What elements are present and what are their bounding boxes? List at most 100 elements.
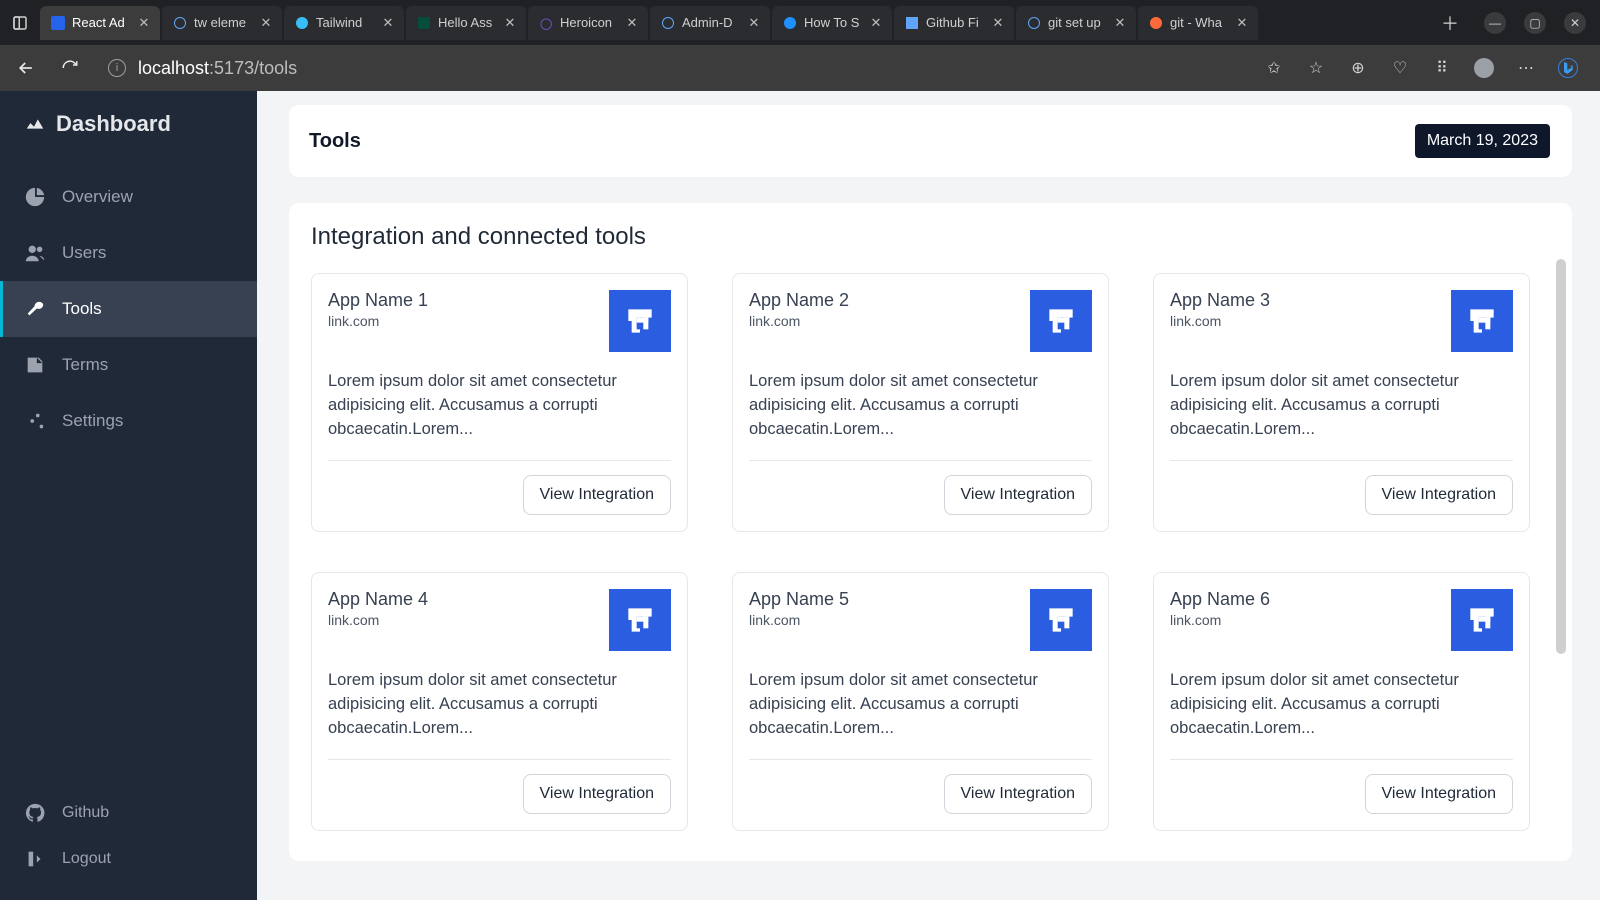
sidebar-item-github[interactable]: Github (0, 790, 257, 836)
tab-favicon-icon (904, 15, 920, 31)
app-logo-icon (1030, 290, 1092, 352)
sidebar-item-label: Github (62, 804, 109, 822)
card-description: Lorem ipsum dolor sit amet consectetur a… (328, 370, 671, 442)
tab-close-icon[interactable]: ✕ (624, 15, 640, 31)
sidebar-nav: Overview Users Tools Terms Settings (0, 169, 257, 449)
window-minimize-icon[interactable]: — (1484, 12, 1506, 34)
card-description: Lorem ipsum dolor sit amet consectetur a… (1170, 669, 1513, 741)
card-description: Lorem ipsum dolor sit amet consectetur a… (749, 669, 1092, 741)
site-info-icon[interactable]: i (108, 59, 126, 77)
card-title: App Name 6 (1170, 589, 1270, 610)
card-link[interactable]: link.com (328, 612, 428, 628)
tab-label: Github Fi (926, 15, 986, 30)
brand-label: Dashboard (56, 111, 171, 137)
window-maximize-icon[interactable]: ▢ (1524, 12, 1546, 34)
tab-close-icon[interactable]: ✕ (746, 15, 762, 31)
refresh-button[interactable] (54, 52, 86, 84)
favorites-icon[interactable]: ☆ (1306, 58, 1326, 78)
integration-card: App Name 6 link.com Lorem ipsum dolor si… (1153, 572, 1530, 831)
view-integration-button[interactable]: View Integration (523, 475, 671, 515)
panel-scrollbar[interactable] (1556, 259, 1566, 841)
browser-tab[interactable]: tw eleme ✕ (162, 6, 282, 40)
tab-label: Tailwind (316, 15, 376, 30)
sidebar-item-logout[interactable]: Logout (0, 836, 257, 882)
view-integration-button[interactable]: View Integration (523, 774, 671, 814)
tab-favicon-icon (1148, 15, 1164, 31)
tab-label: How To S (804, 15, 864, 30)
integration-card: App Name 5 link.com Lorem ipsum dolor si… (732, 572, 1109, 831)
browser-tab[interactable]: Hello Ass ✕ (406, 6, 526, 40)
tab-close-icon[interactable]: ✕ (136, 15, 152, 31)
profile-avatar[interactable] (1474, 58, 1494, 78)
performance-icon[interactable]: ♡ (1390, 58, 1410, 78)
browser-tab[interactable]: How To S ✕ (772, 6, 892, 40)
card-link[interactable]: link.com (749, 612, 849, 628)
collections-icon[interactable]: ⊕ (1348, 58, 1368, 78)
card-title: App Name 1 (328, 290, 428, 311)
address-bar[interactable]: i localhost:5173/tools (98, 51, 1240, 85)
tab-favicon-icon: ◯ (538, 15, 554, 31)
view-integration-button[interactable]: View Integration (1365, 774, 1513, 814)
window-close-icon[interactable]: ✕ (1564, 12, 1586, 34)
card-link[interactable]: link.com (1170, 612, 1270, 628)
tab-close-icon[interactable]: ✕ (1112, 15, 1128, 31)
card-divider (328, 460, 671, 461)
card-divider (328, 759, 671, 760)
browser-tab[interactable]: ◯ Heroicon ✕ (528, 6, 648, 40)
tab-label: tw eleme (194, 15, 254, 30)
sidebar-item-label: Overview (62, 187, 133, 207)
card-link[interactable]: link.com (749, 313, 849, 329)
tab-label: React Ad (72, 15, 132, 30)
tab-label: git - Wha (1170, 15, 1230, 30)
app-logo-icon (609, 290, 671, 352)
tab-close-icon[interactable]: ✕ (868, 15, 884, 31)
sidebar-item-overview[interactable]: Overview (0, 169, 257, 225)
new-tab-button[interactable]: ＋ (1430, 3, 1470, 43)
more-menu-icon[interactable]: ⋯ (1516, 58, 1536, 78)
integration-card: App Name 4 link.com Lorem ipsum dolor si… (311, 572, 688, 831)
card-link[interactable]: link.com (328, 313, 428, 329)
extensions-icon[interactable]: ⠿ (1432, 58, 1452, 78)
app-logo-icon (1030, 589, 1092, 651)
browser-tab[interactable]: Admin-D ✕ (650, 6, 770, 40)
browser-tab[interactable]: Tailwind ✕ (284, 6, 404, 40)
sidebar-item-users[interactable]: Users (0, 225, 257, 281)
card-description: Lorem ipsum dolor sit amet consectetur a… (328, 669, 671, 741)
browser-tab[interactable]: Github Fi ✕ (894, 6, 1014, 40)
back-button[interactable] (10, 52, 42, 84)
browser-tab[interactable]: git - Wha ✕ (1138, 6, 1258, 40)
tab-label: Admin-D (682, 15, 742, 30)
app-logo-icon (1451, 589, 1513, 651)
sidebar-item-settings[interactable]: Settings (0, 393, 257, 449)
card-link[interactable]: link.com (1170, 313, 1270, 329)
page-title: Tools (309, 130, 361, 153)
view-integration-button[interactable]: View Integration (944, 774, 1092, 814)
sidebar-item-label: Tools (62, 299, 102, 319)
browser-tab[interactable]: React Ad ✕ (40, 6, 160, 40)
wrench-icon (24, 298, 46, 320)
app-logo-icon (1451, 290, 1513, 352)
read-aloud-icon[interactable]: ✩ (1264, 58, 1284, 78)
brand[interactable]: Dashboard (0, 91, 257, 159)
sidebar-bottom: Github Logout (0, 790, 257, 900)
view-integration-button[interactable]: View Integration (1365, 475, 1513, 515)
tab-actions-icon[interactable] (0, 3, 40, 43)
tab-close-icon[interactable]: ✕ (258, 15, 274, 31)
sidebar-item-terms[interactable]: Terms (0, 337, 257, 393)
card-description: Lorem ipsum dolor sit amet consectetur a… (1170, 370, 1513, 442)
browser-tab[interactable]: git set up ✕ (1016, 6, 1136, 40)
card-description: Lorem ipsum dolor sit amet consectetur a… (749, 370, 1092, 442)
tab-close-icon[interactable]: ✕ (990, 15, 1006, 31)
sidebar-item-tools[interactable]: Tools (0, 281, 257, 337)
tab-favicon-icon (172, 15, 188, 31)
bing-chat-icon[interactable] (1558, 58, 1578, 78)
window-controls: — ▢ ✕ (1470, 12, 1600, 34)
card-divider (1170, 759, 1513, 760)
document-edit-icon (24, 354, 46, 376)
tab-close-icon[interactable]: ✕ (380, 15, 396, 31)
main-content: Tools March 19, 2023 Integration and con… (257, 91, 1600, 900)
tab-close-icon[interactable]: ✕ (502, 15, 518, 31)
url-path: :5173/tools (209, 58, 297, 79)
tab-close-icon[interactable]: ✕ (1234, 15, 1250, 31)
view-integration-button[interactable]: View Integration (944, 475, 1092, 515)
